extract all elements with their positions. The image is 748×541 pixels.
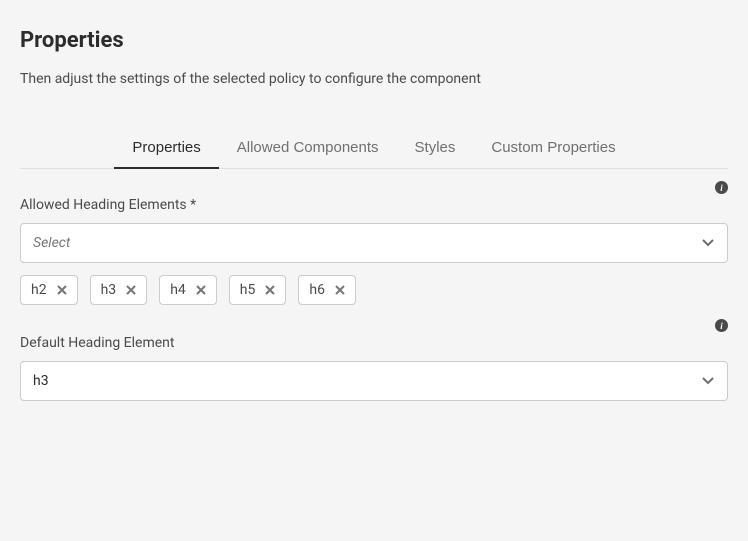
- tag-h2: h2: [20, 275, 78, 305]
- close-icon[interactable]: [265, 285, 275, 295]
- select-value: h3: [33, 373, 49, 389]
- tab-properties[interactable]: Properties: [114, 127, 218, 168]
- default-heading-select[interactable]: h3: [20, 361, 728, 401]
- tab-custom-properties[interactable]: Custom Properties: [473, 127, 633, 168]
- selected-tags: h2 h3 h4 h5 h6: [20, 275, 728, 305]
- tag-label: h5: [240, 282, 256, 298]
- tab-styles[interactable]: Styles: [397, 127, 474, 168]
- tabs-bar: Properties Allowed Components Styles Cus…: [20, 127, 728, 169]
- info-icon[interactable]: i: [715, 319, 728, 332]
- chevron-down-icon: [701, 372, 715, 391]
- tag-label: h4: [170, 282, 186, 298]
- field-allowed-heading-elements: i Allowed Heading Elements * Select h2 h…: [20, 197, 728, 305]
- allowed-headings-select[interactable]: Select: [20, 223, 728, 263]
- chevron-down-icon: [701, 234, 715, 253]
- select-placeholder: Select: [33, 235, 70, 251]
- tag-h4: h4: [159, 275, 217, 305]
- close-icon[interactable]: [335, 285, 345, 295]
- close-icon[interactable]: [196, 285, 206, 295]
- field-label: Default Heading Element: [20, 335, 174, 351]
- close-icon[interactable]: [57, 285, 67, 295]
- tab-allowed-components[interactable]: Allowed Components: [219, 127, 397, 168]
- page-subtitle: Then adjust the settings of the selected…: [20, 71, 728, 87]
- tag-label: h2: [31, 282, 47, 298]
- tag-label: h3: [101, 282, 117, 298]
- field-default-heading-element: i Default Heading Element h3: [20, 335, 728, 401]
- field-label: Allowed Heading Elements *: [20, 197, 196, 213]
- info-icon[interactable]: i: [715, 181, 728, 194]
- tag-h6: h6: [298, 275, 356, 305]
- tag-label: h6: [309, 282, 325, 298]
- tag-h3: h3: [90, 275, 148, 305]
- page-title: Properties: [20, 28, 728, 53]
- tag-h5: h5: [229, 275, 287, 305]
- close-icon[interactable]: [126, 285, 136, 295]
